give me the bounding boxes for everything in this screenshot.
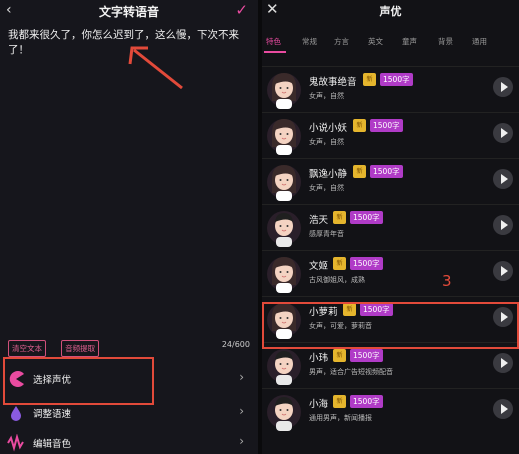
char-limit-badge: 1500字: [350, 349, 383, 362]
char-limit-badge: 1500字: [370, 165, 403, 178]
audio-extract-button[interactable]: 音频提取: [61, 340, 100, 357]
voice-name: 小玮: [309, 353, 329, 364]
char-limit-badge: 1500字: [380, 73, 413, 86]
voice-name: 飘逸小静: [309, 169, 348, 180]
new-badge: 新: [333, 257, 346, 270]
voice-description: 女声，自然: [309, 138, 344, 146]
new-badge: 新: [333, 395, 346, 408]
chevron-right-icon: ›: [239, 404, 244, 418]
category-tabs: 特色 常规 方言 英文 童声 背景 通用: [262, 36, 519, 50]
new-badge: 新: [363, 73, 376, 86]
avatar: [267, 73, 301, 109]
menu-label: 调整语速: [33, 409, 72, 420]
play-icon[interactable]: [493, 353, 513, 373]
step-number: 3: [442, 272, 452, 290]
voice-name: 小海: [309, 399, 329, 410]
clear-text-button[interactable]: 清空文本: [8, 340, 46, 357]
char-limit-badge: 1500字: [350, 395, 383, 408]
tab-dialect[interactable]: 方言: [334, 36, 349, 47]
check-icon[interactable]: ✓: [235, 1, 248, 19]
highlight-box: [262, 302, 519, 349]
tab-child[interactable]: 童声: [402, 36, 417, 47]
voice-description: 古风御姐风，成熟: [309, 276, 365, 284]
active-tab-indicator: [264, 51, 286, 53]
play-icon[interactable]: [493, 169, 513, 189]
tab-background[interactable]: 背景: [438, 36, 453, 47]
char-count: 24/600: [221, 340, 250, 349]
avatar: [267, 165, 301, 201]
left-header: ‹ 文字转语音 ✓: [0, 0, 258, 22]
play-icon[interactable]: [493, 399, 513, 419]
voice-name: 鬼故事绝音: [309, 77, 357, 88]
char-limit-badge: 1500字: [370, 119, 403, 132]
voice-row[interactable]: 浩天感厚青年音 新 1500字: [262, 204, 519, 250]
play-icon[interactable]: [493, 77, 513, 97]
voice-row[interactable]: 文姬古风御姐风，成熟 新 1500字: [262, 250, 519, 296]
avatar: [267, 257, 301, 293]
play-icon[interactable]: [493, 215, 513, 235]
avatar: [267, 119, 301, 155]
play-icon[interactable]: [493, 261, 513, 281]
voice-name: 文姬: [309, 261, 329, 272]
menu-label: 编辑音色: [33, 439, 72, 450]
voice-row[interactable]: 鬼故事绝音女声，自然 新 1500字: [262, 66, 519, 112]
new-badge: 新: [333, 211, 346, 224]
voice-row[interactable]: 小说小妖女声，自然 新 1500字: [262, 112, 519, 158]
voice-name: 浩天: [309, 215, 329, 226]
tab-general[interactable]: 通用: [472, 36, 487, 47]
edit-timbre-item[interactable]: 编辑音色 ›: [0, 428, 258, 454]
tab-regular[interactable]: 常规: [302, 36, 317, 47]
text-to-speech-panel: ‹ 文字转语音 ✓ 我都来很久了，你怎么迟到了，这么慢，下次不来了！ 清空文本 …: [0, 0, 258, 454]
chevron-right-icon: ›: [239, 434, 244, 448]
voice-description: 感厚青年音: [309, 230, 344, 238]
text-actions: 清空文本 音频提取: [8, 336, 109, 357]
voice-description: 男声，适合广告短视频配音: [309, 368, 393, 376]
chevron-right-icon: ›: [239, 370, 244, 384]
tab-english[interactable]: 英文: [368, 36, 383, 47]
annotation-arrow: [128, 46, 183, 90]
speed-drop-icon: [11, 406, 21, 421]
new-badge: 新: [333, 349, 346, 362]
waveform-icon: [7, 434, 24, 452]
voice-description: 通用男声，新闻播报: [309, 414, 372, 422]
voice-description: 女声，自然: [309, 92, 344, 100]
avatar: [267, 395, 301, 431]
voice-row[interactable]: 小海通用男声，新闻播报 新 1500字: [262, 388, 519, 434]
voice-name: 小说小妖: [309, 123, 348, 134]
char-limit-badge: 1500字: [350, 211, 383, 224]
avatar: [267, 211, 301, 247]
play-icon[interactable]: [493, 123, 513, 143]
char-limit-badge: 1500字: [350, 257, 383, 270]
voice-description: 女声，自然: [309, 184, 344, 192]
avatar: [267, 349, 301, 385]
page-title: 文字转语音: [98, 5, 159, 19]
voice-actor-panel: ✕ 声优 特色 常规 方言 英文 童声 背景 通用 鬼故事绝音 女声，自然新 150…: [262, 0, 519, 454]
page-title: 声优: [379, 5, 402, 18]
highlight-box: [3, 357, 154, 405]
new-badge: 新: [353, 165, 366, 178]
tab-featured[interactable]: 特色: [266, 36, 281, 47]
new-badge: 新: [353, 119, 366, 132]
voice-row[interactable]: 飘逸小静女声，自然 新 1500字: [262, 158, 519, 204]
